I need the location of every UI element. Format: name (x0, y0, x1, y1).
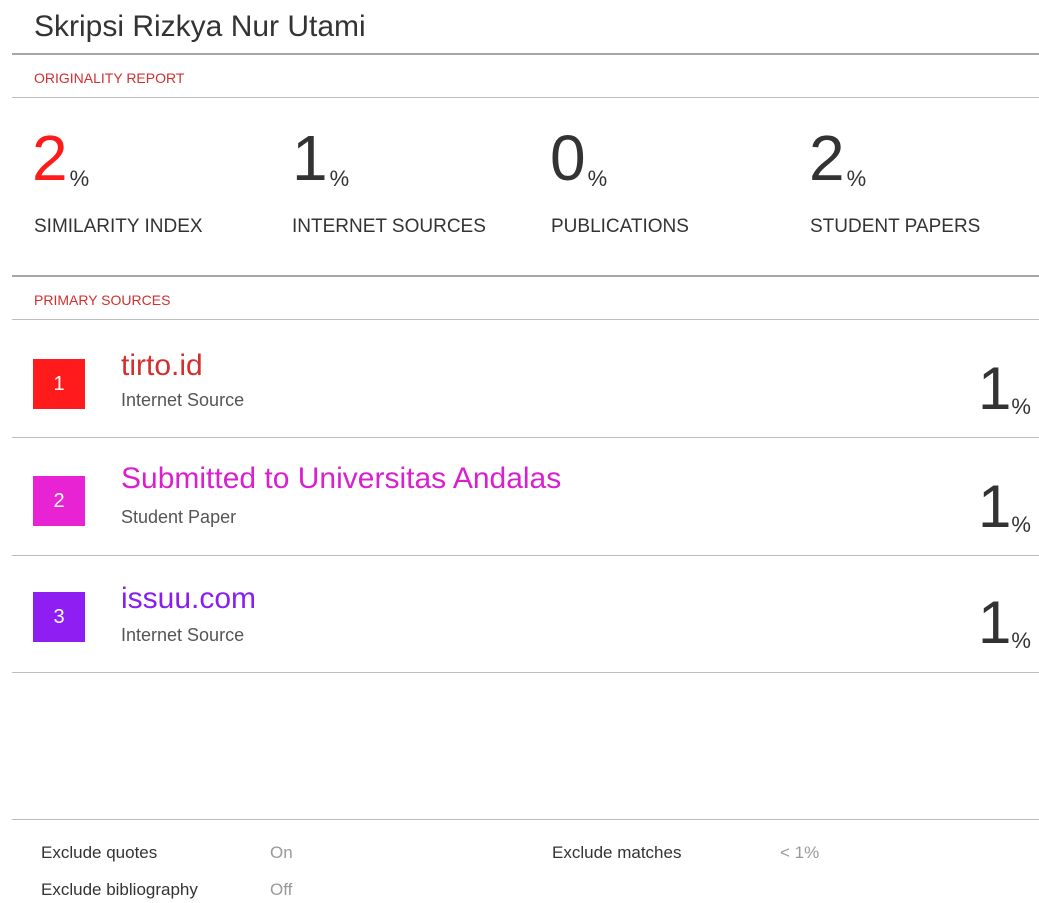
source-rank-badge: 1 (33, 359, 85, 409)
source-rank-badge: 3 (33, 592, 85, 642)
stat-similarity-label: SIMILARITY INDEX (34, 216, 203, 237)
stat-internet-sources: 1% (292, 118, 349, 198)
exclude-bibliography-value: Off (270, 880, 293, 899)
source-type: Student Paper (121, 507, 237, 527)
exclude-matches-value: < 1% (780, 843, 820, 862)
stat-similarity-value: 2 (32, 122, 68, 194)
source-row-3[interactable]: 3 issuu.com Internet Source 1% (0, 556, 1039, 673)
page-title: Skripsi Rizkya Nur Utami (34, 10, 366, 43)
stat-internet-value: 1 (292, 122, 328, 194)
stat-similarity-unit: % (69, 166, 90, 191)
source-row-2[interactable]: 2 Submitted to Universitas Andalas Stude… (0, 438, 1039, 555)
title-divider (12, 53, 1039, 55)
source-name-link[interactable]: Submitted to Universitas Andalas (121, 462, 561, 496)
stat-publications: 0% (550, 118, 607, 198)
source-percent-value: 1 (978, 473, 1012, 540)
stat-publications-label: PUBLICATIONS (551, 216, 689, 237)
stat-similarity-index: 2% (32, 118, 89, 198)
source-percent: 1% (978, 354, 1031, 424)
exclude-matches-label: Exclude matches (552, 843, 682, 862)
source-name-link[interactable]: issuu.com (121, 582, 256, 616)
originality-report-label: ORIGINALITY REPORT (34, 70, 185, 86)
source-row-1[interactable]: 1 tirto.id Internet Source 1% (0, 320, 1039, 437)
source-divider-3 (12, 672, 1039, 673)
exclude-bibliography-label: Exclude bibliography (41, 880, 198, 899)
source-name-link[interactable]: tirto.id (121, 349, 203, 383)
primary-sources-label: PRIMARY SOURCES (34, 292, 171, 308)
source-type: Internet Source (121, 390, 245, 410)
originality-divider (12, 97, 1039, 98)
footer-divider (12, 819, 1039, 820)
source-percent: 1% (978, 588, 1031, 658)
stat-student-unit: % (846, 166, 867, 191)
source-percent-value: 1 (978, 355, 1012, 422)
source-percent: 1% (978, 472, 1031, 542)
stat-internet-label: INTERNET SOURCES (292, 216, 486, 237)
stat-student-label: STUDENT PAPERS (810, 216, 981, 237)
source-percent-value: 1 (978, 589, 1012, 656)
stats-divider (12, 275, 1039, 277)
stat-internet-unit: % (329, 166, 350, 191)
source-percent-unit: % (1011, 512, 1031, 537)
source-percent-unit: % (1011, 628, 1031, 653)
stat-publications-value: 0 (550, 122, 586, 194)
exclude-quotes-label: Exclude quotes (41, 843, 158, 862)
stat-student-value: 2 (809, 122, 845, 194)
stat-publications-unit: % (587, 166, 608, 191)
source-rank-badge: 2 (33, 476, 85, 526)
stat-student-papers: 2% (809, 118, 866, 198)
exclude-quotes-value: On (270, 843, 293, 862)
source-type: Internet Source (121, 625, 245, 645)
source-percent-unit: % (1011, 394, 1031, 419)
